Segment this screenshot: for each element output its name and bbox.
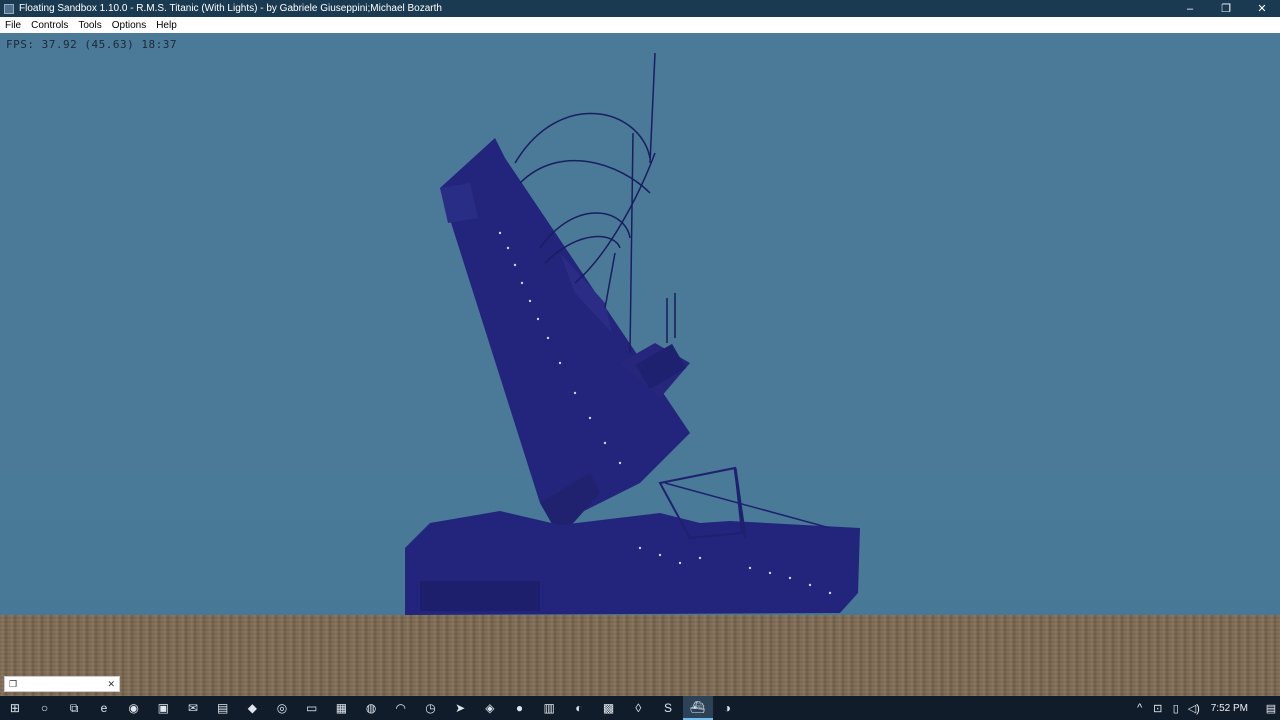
mini-window-close-icon[interactable]: ✕ bbox=[107, 679, 115, 690]
floating-sandbox-app-icon bbox=[4, 3, 14, 14]
usb-icon[interactable]: ▯ bbox=[1167, 702, 1185, 715]
skype-icon[interactable]: S bbox=[653, 696, 683, 720]
minecraft-icon[interactable]: ◈ bbox=[475, 696, 505, 720]
taskbar-clock[interactable]: 7:52 PM bbox=[1203, 703, 1262, 714]
windows-taskbar: ⊞ ○ ⧉ e ◉ ▣ ✉ ▤ ◆ ◎ ▭ ▦ ◍ ◠ ◷ ➤ ◈ ● ▥ ◐ ▩ ◊ S ⛴ ◑ ^ ⊡ ▯ ◁) 7:52 … bbox=[0, 696, 1280, 720]
app-icon[interactable]: ◷ bbox=[416, 696, 446, 720]
store-icon[interactable]: ▣ bbox=[148, 696, 178, 720]
ship-bow-section bbox=[440, 138, 690, 538]
restore-button[interactable]: ❐ bbox=[1208, 0, 1244, 17]
tray-chevron-icon[interactable]: ^ bbox=[1131, 702, 1149, 714]
ship-stern-section bbox=[405, 466, 860, 615]
app-icon[interactable]: ▦ bbox=[327, 696, 357, 720]
floating-sandbox-icon[interactable]: ⛴ bbox=[682, 696, 713, 720]
seabed-terrain bbox=[0, 615, 1280, 696]
cortana-search-icon[interactable]: ○ bbox=[30, 696, 60, 720]
ship-scene bbox=[405, 52, 860, 615]
chrome-icon[interactable]: ◎ bbox=[267, 696, 297, 720]
menu-help[interactable]: Help bbox=[151, 20, 182, 31]
record-icon[interactable]: ● bbox=[505, 696, 535, 720]
notification-center-icon[interactable]: ▤ bbox=[1262, 702, 1280, 715]
windows-start-icon[interactable]: ⊞ bbox=[0, 696, 30, 720]
minimize-button[interactable]: – bbox=[1172, 0, 1208, 17]
app-icon[interactable]: ▩ bbox=[594, 696, 624, 720]
menu-file[interactable]: File bbox=[0, 20, 26, 31]
app-icon[interactable]: ◆ bbox=[238, 696, 268, 720]
mail-icon[interactable]: ✉ bbox=[178, 696, 208, 720]
opera-icon[interactable]: ◉ bbox=[119, 696, 149, 720]
app-icon[interactable]: ◊ bbox=[623, 696, 653, 720]
floating-mini-window[interactable]: ❐ ✕ bbox=[4, 676, 120, 692]
telegram-icon[interactable]: ➤ bbox=[445, 696, 475, 720]
network-icon[interactable]: ⊡ bbox=[1149, 702, 1167, 715]
app-icon[interactable]: ◠ bbox=[386, 696, 416, 720]
fps-readout: FPS: 37.92 (45.63) 18:37 bbox=[6, 38, 177, 51]
volume-icon[interactable]: ◁) bbox=[1185, 702, 1203, 715]
task-view-icon[interactable]: ⧉ bbox=[59, 696, 89, 720]
menu-tools[interactable]: Tools bbox=[73, 20, 106, 31]
menu-options[interactable]: Options bbox=[107, 20, 151, 31]
file-explorer-icon[interactable]: ▭ bbox=[297, 696, 327, 720]
app-icon[interactable]: ▥ bbox=[534, 696, 564, 720]
system-tray: ^ ⊡ ▯ ◁) 7:52 PM ▤ bbox=[1131, 696, 1280, 720]
mini-window-restore-icon[interactable]: ❐ bbox=[9, 679, 17, 690]
close-button[interactable]: ✕ bbox=[1244, 0, 1280, 17]
app-icon[interactable]: ◑ bbox=[713, 696, 743, 720]
menu-controls[interactable]: Controls bbox=[26, 20, 73, 31]
simulation-viewport[interactable]: FPS: 37.92 (45.63) 18:37 ❐ ✕ bbox=[0, 33, 1280, 696]
chrome-icon[interactable]: ◍ bbox=[356, 696, 386, 720]
menu-bar: File Controls Tools Options Help bbox=[0, 17, 1280, 33]
window-title: Floating Sandbox 1.10.0 - R.M.S. Titanic… bbox=[19, 3, 442, 14]
edge-browser-icon[interactable]: e bbox=[89, 696, 119, 720]
app-icon[interactable]: ▤ bbox=[208, 696, 238, 720]
window-title-bar: Floating Sandbox 1.10.0 - R.M.S. Titanic… bbox=[0, 0, 1280, 17]
firefox-icon[interactable]: ◐ bbox=[564, 696, 594, 720]
